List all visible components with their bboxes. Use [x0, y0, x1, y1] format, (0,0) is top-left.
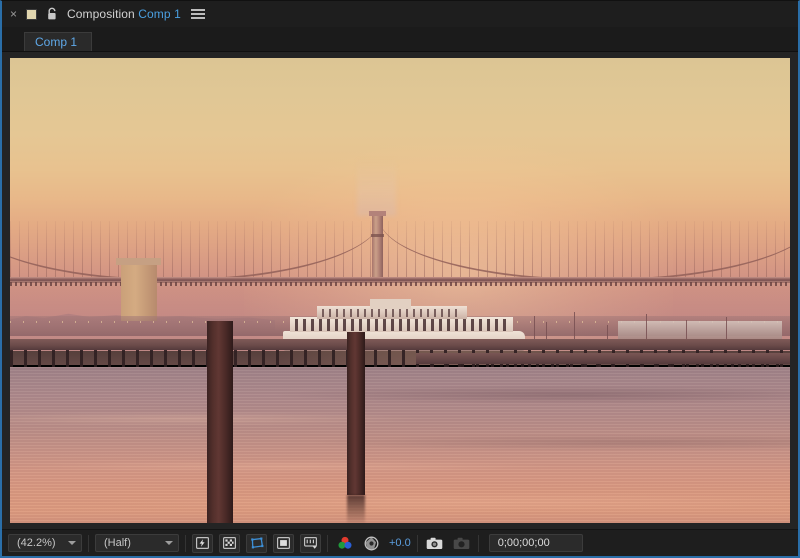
composition-image [10, 58, 790, 523]
lock-icon[interactable] [46, 7, 58, 21]
tab-strip: Comp 1 [2, 27, 798, 52]
toolbar-divider [185, 534, 186, 552]
fast-previews-icon[interactable] [192, 533, 213, 553]
viewer-area[interactable] [2, 52, 798, 529]
panel-titlebar: × Composition Comp 1 [2, 1, 798, 27]
exposure-value[interactable]: +0.0 [389, 537, 411, 549]
viewer-toolbar: (42.2%) (Half) +0.0 0;00;00;00 [2, 529, 798, 556]
pier-deck-right [415, 353, 790, 364]
zoom-level-value: (42.2%) [17, 537, 56, 549]
toolbar-divider [416, 534, 418, 552]
toolbar-divider [327, 534, 328, 552]
timecode-value: 0;00;00;00 [497, 537, 550, 549]
comp-color-swatch[interactable] [26, 8, 38, 20]
foreground-piling-right [346, 332, 365, 496]
panel-menu-icon[interactable] [190, 8, 205, 20]
bridge-tower [368, 211, 386, 282]
rgb-channels-icon[interactable] [334, 534, 355, 553]
toolbar-divider [477, 534, 479, 552]
chevron-down-icon [68, 541, 76, 545]
ferry-pilot-house [370, 298, 412, 309]
piling-reflection [346, 495, 365, 523]
panel-title-comp-name: Comp 1 [138, 7, 181, 21]
resolution-dropdown[interactable]: (Half) [95, 534, 179, 552]
bridge-anchorage [116, 257, 161, 321]
timeline-view-icon[interactable] [300, 533, 321, 553]
smoke-plume [357, 157, 397, 217]
camera-icon[interactable] [424, 534, 445, 553]
resolution-value: (Half) [104, 537, 131, 549]
show-snapshot-icon[interactable] [451, 534, 472, 553]
aperture-icon[interactable] [361, 534, 382, 553]
composition-canvas[interactable] [10, 58, 790, 523]
tab-comp-1[interactable]: Comp 1 [24, 32, 93, 51]
toolbar-divider [88, 534, 89, 552]
region-of-interest-icon[interactable] [246, 533, 267, 553]
timecode-field[interactable]: 0;00;00;00 [488, 534, 583, 552]
title-action-safe-icon[interactable] [273, 533, 294, 553]
close-icon[interactable]: × [10, 8, 17, 20]
zoom-level-dropdown[interactable]: (42.2%) [8, 534, 82, 552]
chevron-down-icon [165, 541, 173, 545]
water-highlights [10, 374, 790, 523]
tab-comp-1-label: Comp 1 [35, 34, 78, 49]
ferry-windows-lower [295, 319, 508, 331]
panel-title: Composition Comp 1 [67, 7, 181, 21]
ferry-windows-upper [321, 308, 462, 318]
panel-title-prefix: Composition [67, 7, 135, 21]
foreground-piling-left [207, 320, 234, 523]
composition-panel: × Composition Comp 1 Comp 1 (42.2%) (Hal… [0, 0, 800, 558]
transparency-grid-icon[interactable] [219, 533, 240, 553]
dock-cranes [525, 300, 759, 342]
pier-deck [10, 339, 790, 350]
